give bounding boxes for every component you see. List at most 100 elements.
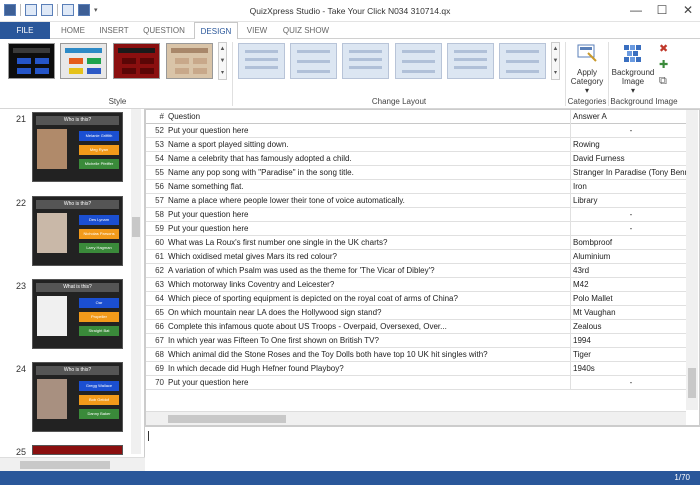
close-button[interactable]: ✕ bbox=[682, 3, 694, 17]
table-row[interactable]: 59 Put your question here - bbox=[146, 222, 689, 236]
layout-thumb-4[interactable] bbox=[395, 43, 442, 79]
row-answer-a[interactable]: 43rd bbox=[570, 264, 689, 278]
style-thumb-red[interactable] bbox=[113, 43, 160, 79]
layout-thumb-3[interactable] bbox=[342, 43, 389, 79]
remove-background-icon[interactable]: ✖ bbox=[659, 43, 668, 55]
table-row[interactable]: 60 What was La Roux's first number one si… bbox=[146, 236, 689, 250]
row-answer-a[interactable]: 1994 bbox=[570, 334, 689, 348]
style-gallery-scroll[interactable]: ▲ ▼ ▾ bbox=[218, 42, 227, 80]
row-question[interactable]: What was La Roux's first number one sing… bbox=[167, 236, 567, 250]
table-row[interactable]: 66 Complete this infamous quote about US … bbox=[146, 320, 689, 334]
tab-view[interactable]: VIEW bbox=[240, 22, 274, 39]
tab-question[interactable]: QUESTION bbox=[138, 22, 190, 39]
row-question[interactable]: Which motorway links Coventry and Leices… bbox=[167, 278, 567, 292]
slide-panel-vertical-scrollbar[interactable] bbox=[131, 109, 141, 454]
table-row[interactable]: 52 Put your question here - bbox=[146, 124, 689, 138]
slide-number: 24 bbox=[16, 364, 27, 374]
row-question[interactable]: On which mountain near LA does the Holly… bbox=[167, 306, 567, 320]
table-row[interactable]: 58 Put your question here - bbox=[146, 208, 689, 222]
tab-file[interactable]: FILE bbox=[0, 22, 50, 39]
table-row[interactable]: 55 Name any pop song with "Paradise" in t… bbox=[146, 166, 689, 180]
row-answer-a[interactable]: Library bbox=[570, 194, 689, 208]
style-thumb-beige[interactable] bbox=[166, 43, 213, 79]
row-question[interactable]: Put your question here bbox=[167, 222, 567, 236]
layout-thumb-2[interactable] bbox=[290, 43, 337, 79]
row-question[interactable]: A variation of which Psalm was used as t… bbox=[167, 264, 567, 278]
apply-category-button[interactable]: Apply Category ▾ bbox=[567, 43, 607, 95]
slide-answer: Nicholas Parsons bbox=[79, 229, 119, 239]
row-answer-a[interactable]: Stranger In Paradise (Tony Benne bbox=[570, 166, 689, 180]
row-answer-a[interactable]: Rowing bbox=[570, 138, 689, 152]
row-question[interactable]: Put your question here bbox=[167, 376, 567, 390]
table-row[interactable]: 64 Which piece of sporting equipment is d… bbox=[146, 292, 689, 306]
style-thumb-dark[interactable] bbox=[8, 43, 55, 79]
table-row[interactable]: 61 Which oxidised metal gives Mars its re… bbox=[146, 250, 689, 264]
header-number[interactable]: # bbox=[146, 110, 164, 124]
tab-quiz-show[interactable]: QUIZ SHOW bbox=[278, 22, 334, 39]
row-question[interactable]: Name any pop song with "Paradise" in the… bbox=[167, 166, 567, 180]
question-editor[interactable] bbox=[145, 426, 700, 471]
row-answer-a[interactable]: Tiger bbox=[570, 348, 689, 362]
row-answer-a[interactable]: M42 bbox=[570, 278, 689, 292]
row-question[interactable]: Name something flat. bbox=[167, 180, 567, 194]
style-thumb-colorful[interactable] bbox=[60, 43, 107, 79]
row-answer-a[interactable]: 1940s bbox=[570, 362, 689, 376]
row-answer-a[interactable]: Iron bbox=[570, 180, 689, 194]
row-question[interactable]: Which piece of sporting equipment is dep… bbox=[167, 292, 567, 306]
row-question[interactable]: Name a celebrity that has famously adopt… bbox=[167, 152, 567, 166]
table-row[interactable]: 70 Put your question here - bbox=[146, 376, 689, 390]
row-answer-a[interactable]: - bbox=[570, 376, 689, 390]
row-answer-a[interactable]: Mt Vaughan bbox=[570, 306, 689, 320]
table-row[interactable]: 65 On which mountain near LA does the Hol… bbox=[146, 306, 689, 320]
table-row[interactable]: 67 In which year was Fifteen To One first… bbox=[146, 334, 689, 348]
apply-category-label: Apply Category bbox=[570, 68, 604, 86]
row-answer-a[interactable]: Bombproof bbox=[570, 236, 689, 250]
table-row[interactable]: 63 Which motorway links Coventry and Leic… bbox=[146, 278, 689, 292]
tab-design[interactable]: DESIGN bbox=[194, 22, 238, 40]
table-row[interactable]: 54 Name a celebrity that has famously ado… bbox=[146, 152, 689, 166]
slide-question: Who is this? bbox=[36, 116, 119, 125]
tab-insert[interactable]: INSERT bbox=[94, 22, 134, 39]
row-question[interactable]: Which animal did the Stone Roses and the… bbox=[167, 348, 567, 362]
row-question[interactable]: Which oxidised metal gives Mars its red … bbox=[167, 250, 567, 264]
row-question[interactable]: In which year was Fifteen To One first s… bbox=[167, 334, 567, 348]
layout-thumb-5[interactable] bbox=[447, 43, 494, 79]
row-answer-a[interactable]: - bbox=[570, 222, 689, 236]
row-question[interactable]: Put your question here bbox=[167, 208, 567, 222]
slide-answer: Bob Geldof bbox=[79, 395, 119, 405]
table-row[interactable]: 53 Name a sport played sitting down. Rowin… bbox=[146, 138, 689, 152]
table-row[interactable]: 69 In which decade did Hugh Hefner found … bbox=[146, 362, 689, 376]
table-row[interactable]: 62 A variation of which Psalm was used as… bbox=[146, 264, 689, 278]
slide-answer: Danny Baker bbox=[79, 409, 119, 419]
tab-home[interactable]: HOME bbox=[54, 22, 92, 39]
slide-panel-horizontal-scrollbar[interactable] bbox=[0, 457, 145, 471]
row-question[interactable]: In which decade did Hugh Hefner found Pl… bbox=[167, 362, 567, 376]
header-question[interactable]: Question bbox=[167, 110, 567, 124]
page-indicator: 1/70 bbox=[674, 473, 690, 482]
layout-thumb-1[interactable] bbox=[238, 43, 285, 79]
row-answer-a[interactable]: Zealous bbox=[570, 320, 689, 334]
grid-horizontal-scrollbar[interactable] bbox=[146, 411, 686, 425]
row-question[interactable]: Complete this infamous quote about US Tr… bbox=[167, 320, 567, 334]
edit-background-icon[interactable]: ⧉ bbox=[659, 75, 668, 87]
header-answer-a[interactable]: Answer A bbox=[570, 110, 689, 124]
add-background-icon[interactable]: ✚ bbox=[659, 59, 668, 71]
background-image-button[interactable]: Background Image ▾ bbox=[610, 43, 656, 95]
layout-gallery-scroll[interactable]: ▲ ▼ ▾ bbox=[551, 42, 560, 80]
row-question[interactable]: Name a place where people lower their to… bbox=[167, 194, 567, 208]
row-answer-a[interactable]: Polo Mallet bbox=[570, 292, 689, 306]
minimize-button[interactable]: — bbox=[630, 3, 642, 17]
row-answer-a[interactable]: - bbox=[570, 124, 689, 138]
group-label-change-layout: Change Layout bbox=[371, 97, 427, 106]
maximize-button[interactable]: ☐ bbox=[656, 3, 668, 17]
table-row[interactable]: 57 Name a place where people lower their … bbox=[146, 194, 689, 208]
row-answer-a[interactable]: Aluminium bbox=[570, 250, 689, 264]
row-question[interactable]: Name a sport played sitting down. bbox=[167, 138, 567, 152]
row-answer-a[interactable]: - bbox=[570, 208, 689, 222]
row-answer-a[interactable]: David Furness bbox=[570, 152, 689, 166]
row-question[interactable]: Put your question here bbox=[167, 124, 567, 138]
table-row[interactable]: 68 Which animal did the Stone Roses and t… bbox=[146, 348, 689, 362]
grid-vertical-scrollbar[interactable] bbox=[686, 110, 698, 410]
layout-thumb-6[interactable] bbox=[499, 43, 546, 79]
table-row[interactable]: 56 Name something flat. Iron bbox=[146, 180, 689, 194]
